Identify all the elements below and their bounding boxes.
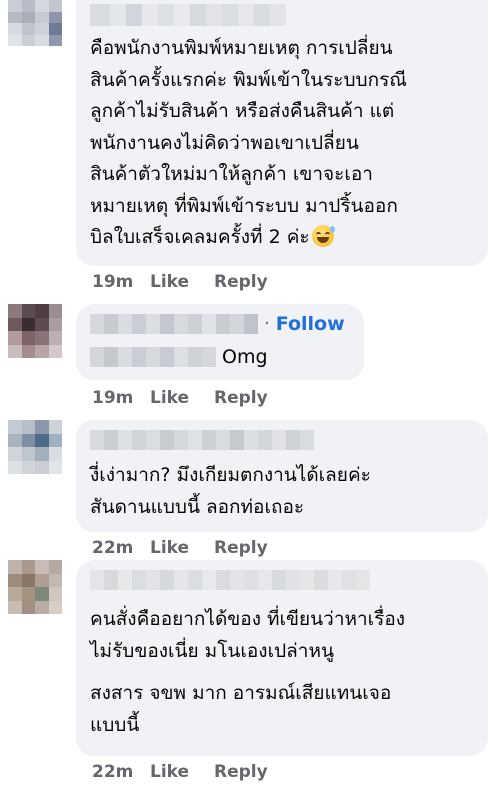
blurred-author-name[interactable] (90, 4, 286, 26)
avatar[interactable] (8, 304, 62, 358)
avatar[interactable] (8, 0, 62, 46)
blurred-author-name[interactable] (90, 430, 314, 450)
avatar[interactable] (8, 560, 62, 614)
comment-text: คือพนักงานพิมพ์หมายเหตุ การเปลี่ยน สินค้… (90, 37, 407, 248)
comment-bubble: คนสั่งคืออยากได้ของ ที่เขียนว่าหาเรื่อง … (76, 560, 488, 756)
comment-actions: 22m Like Reply (92, 538, 268, 558)
comment-text: คนสั่งคืออยากได้ของ ที่เขียนว่าหาเรื่อง … (90, 608, 406, 662)
comment-bubble: · Follow Omg (76, 304, 364, 380)
comment-actions: 22m Like Reply (92, 762, 268, 782)
comment-text: Omg (222, 346, 268, 368)
reply-button[interactable]: Reply (214, 388, 268, 408)
comment-bubble: คือพนักงานพิมพ์หมายเหตุ การเปลี่ยน สินค้… (76, 0, 488, 266)
comment-actions: 19m Like Reply (92, 388, 268, 408)
comment-timestamp[interactable]: 19m (92, 272, 150, 292)
like-button[interactable]: Like (150, 388, 214, 408)
comment-author-row (90, 428, 314, 452)
comment-author-row: · Follow (90, 312, 345, 336)
follow-button[interactable]: Follow (276, 314, 345, 334)
comment-timestamp[interactable]: 19m (92, 388, 150, 408)
comment-actions: 19m Like Reply (92, 272, 268, 292)
comment-timestamp[interactable]: 22m (92, 538, 150, 558)
blurred-author-name[interactable] (90, 314, 258, 334)
avatar[interactable] (8, 420, 62, 474)
comment-author-row (90, 568, 370, 592)
comment-timestamp[interactable]: 22m (92, 762, 150, 782)
blurred-author-name[interactable] (90, 570, 370, 590)
like-button[interactable]: Like (150, 762, 214, 782)
comment-thread: คือพนักงานพิมพ์หมายเหตุ การเปลี่ยน สินค้… (0, 0, 500, 794)
comment-text-paragraph: สงสาร จขพ มาก อารมณ์เสียแทนเจอ แบบนี้ (90, 682, 392, 736)
comment-text: งี่เง่ามาก? มึงเกียมตกงานได้เลยค่ะ สันดา… (90, 464, 371, 518)
reply-button[interactable]: Reply (214, 762, 268, 782)
comment-bubble: งี่เง่ามาก? มึงเกียมตกงานได้เลยค่ะ สันดา… (76, 420, 488, 532)
reply-button[interactable]: Reply (214, 538, 268, 558)
grinning-sweat-emoji-icon (311, 225, 335, 247)
blurred-mention[interactable] (90, 347, 216, 367)
reply-button[interactable]: Reply (214, 272, 268, 292)
like-button[interactable]: Like (150, 272, 214, 292)
like-button[interactable]: Like (150, 538, 214, 558)
separator-dot: · (264, 313, 270, 334)
